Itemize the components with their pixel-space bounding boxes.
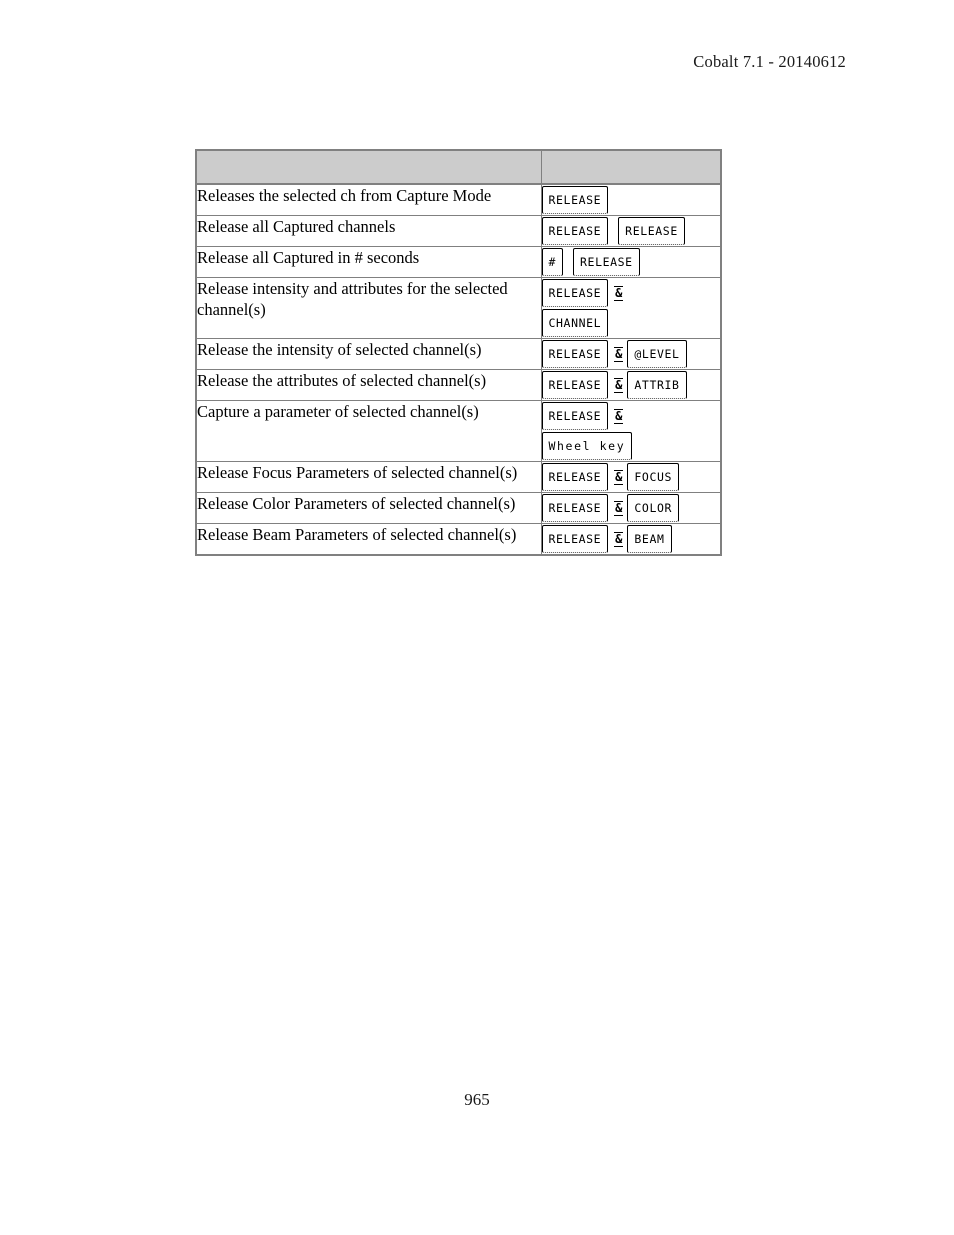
row-description: Release Beam Parameters of selected chan… xyxy=(195,523,542,556)
ampersand-connector: & xyxy=(614,377,624,393)
row-key-sequence: RELEASE & BEAM xyxy=(540,523,722,556)
key-sequence-line: RELEASE & ATTRIB xyxy=(541,370,721,400)
key-sequence-line: RELEASE xyxy=(541,185,721,215)
key-sequence-line: # RELEASE xyxy=(541,247,721,277)
key-sequence-line: CHANNEL xyxy=(541,308,721,338)
page-number: 965 xyxy=(464,1090,490,1109)
key-sequence-line: RELEASE & xyxy=(541,278,721,308)
keycap[interactable]: RELEASE xyxy=(541,279,609,307)
row-key-sequence: RELEASE & COLOR xyxy=(540,492,722,524)
row-description: Release all Captured in # seconds xyxy=(195,246,542,278)
ampersand-connector: & xyxy=(614,285,624,301)
keycap[interactable]: RELEASE xyxy=(573,248,640,276)
key-sequence-line: RELEASE & @LEVEL xyxy=(541,339,721,369)
keycap[interactable]: RELEASE xyxy=(541,217,609,245)
row-description: Release Color Parameters of selected cha… xyxy=(195,492,542,524)
keycap[interactable]: RELEASE xyxy=(541,525,609,553)
keycap[interactable]: BEAM xyxy=(627,525,672,553)
keycap[interactable]: RELEASE xyxy=(541,402,609,430)
keycap[interactable]: FOCUS xyxy=(627,463,680,491)
keycap[interactable]: ATTRIB xyxy=(627,371,687,399)
table-header-cell-keys xyxy=(540,149,722,185)
row-description: Release all Captured channels xyxy=(195,215,542,247)
row-key-sequence: RELEASE & FOCUS xyxy=(540,461,722,493)
row-key-sequence: RELEASE RELEASE xyxy=(540,215,722,247)
keycap[interactable]: RELEASE xyxy=(541,494,609,522)
row-description: Capture a parameter of selected channel(… xyxy=(195,400,542,462)
ampersand-connector: & xyxy=(614,531,624,547)
row-key-sequence: RELEASE & CHANNEL xyxy=(540,277,722,339)
table-body: Releases the selected ch from Capture Mo… xyxy=(195,149,722,556)
row-description: Release intensity and attributes for the… xyxy=(195,277,542,339)
keycap[interactable]: RELEASE xyxy=(541,186,609,214)
key-shortcut-table: Releases the selected ch from Capture Mo… xyxy=(195,149,722,556)
table-row: Release all Captured channels RELEASE REL… xyxy=(195,215,722,247)
row-key-sequence: RELEASE & Wheel key xyxy=(540,400,722,462)
row-description: Release the attributes of selected chann… xyxy=(195,369,542,401)
running-head: Cobalt 7.1 - 20140612 xyxy=(693,52,846,71)
row-description: Release Focus Parameters of selected cha… xyxy=(195,461,542,493)
table-row: Release Focus Parameters of selected cha… xyxy=(195,461,722,493)
table-row: Release the intensity of selected channe… xyxy=(195,338,722,370)
row-description: Release the intensity of selected channe… xyxy=(195,338,542,370)
table-row: Release Beam Parameters of selected chan… xyxy=(195,523,722,556)
keycap[interactable]: Wheel key xyxy=(541,432,633,460)
keycap[interactable]: CHANNEL xyxy=(541,309,609,337)
ampersand-connector: & xyxy=(614,346,624,362)
table-header-cell-description xyxy=(195,149,542,185)
table-header-row xyxy=(195,149,722,185)
key-gap xyxy=(610,222,618,239)
row-key-sequence: RELEASE & @LEVEL xyxy=(540,338,722,370)
row-key-sequence: RELEASE & ATTRIB xyxy=(540,369,722,401)
keycap[interactable]: RELEASE xyxy=(541,340,609,368)
row-key-sequence: RELEASE xyxy=(540,183,722,216)
key-sequence-line: RELEASE & BEAM xyxy=(541,524,721,554)
table-row: Release Color Parameters of selected cha… xyxy=(195,492,722,524)
table-row: Release all Captured in # seconds # RELEA… xyxy=(195,246,722,278)
key-sequence-line: Wheel key xyxy=(541,431,721,461)
table-row: Release intensity and attributes for the… xyxy=(195,277,722,339)
table-row: Capture a parameter of selected channel(… xyxy=(195,400,722,462)
key-sequence-line: RELEASE & xyxy=(541,401,721,431)
keycap[interactable]: COLOR xyxy=(627,494,680,522)
keycap[interactable]: RELEASE xyxy=(541,371,609,399)
key-sequence-line: RELEASE RELEASE xyxy=(541,216,721,246)
ampersand-connector: & xyxy=(614,469,624,485)
keycap[interactable]: RELEASE xyxy=(618,217,685,245)
row-key-sequence: # RELEASE xyxy=(540,246,722,278)
table-row: Releases the selected ch from Capture Mo… xyxy=(195,183,722,216)
keycap[interactable]: # xyxy=(541,248,564,276)
keycap[interactable]: RELEASE xyxy=(541,463,609,491)
ampersand-connector: & xyxy=(614,500,624,516)
key-sequence-line: RELEASE & FOCUS xyxy=(541,462,721,492)
row-description: Releases the selected ch from Capture Mo… xyxy=(195,183,542,216)
keycap[interactable]: @LEVEL xyxy=(627,340,687,368)
key-gap xyxy=(565,253,573,270)
ampersand-connector: & xyxy=(614,408,624,424)
table-row: Release the attributes of selected chann… xyxy=(195,369,722,401)
key-sequence-line: RELEASE & COLOR xyxy=(541,493,721,523)
